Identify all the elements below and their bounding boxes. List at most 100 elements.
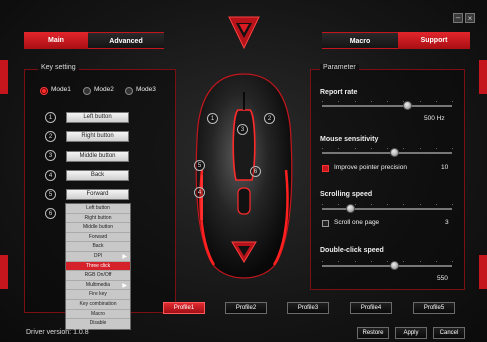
report-rate-slider-track[interactable] <box>322 105 452 107</box>
dropdown-item[interactable]: Disable <box>66 319 130 329</box>
slider-tick <box>387 204 388 205</box>
slider-tick <box>322 204 323 205</box>
dropdown-item[interactable]: Macro <box>66 310 130 320</box>
slider-tick <box>419 204 421 205</box>
dropdown-item[interactable]: Middle button <box>66 223 130 233</box>
slider-tick <box>338 148 340 149</box>
key4-button[interactable]: Back <box>66 170 129 181</box>
key-number-6: 6 <box>45 208 56 219</box>
tab-main[interactable]: Main <box>24 32 88 49</box>
slider-tick <box>435 148 437 149</box>
dropdown-item-selected[interactable]: Three click <box>66 261 130 272</box>
double-click-speed-label: Double-click speed <box>320 247 384 254</box>
slider-tick <box>370 204 372 205</box>
close-icon[interactable]: × <box>465 13 475 23</box>
slider-tick <box>338 101 340 102</box>
minimize-icon[interactable]: – <box>453 13 463 23</box>
mouse-button-marker-6: 6 <box>250 166 261 177</box>
slider-tick <box>419 101 421 102</box>
tab-macro[interactable]: Macro <box>322 32 398 49</box>
sensitivity-slider-knob[interactable] <box>389 148 399 157</box>
mouse-button-marker-5: 5 <box>194 160 205 171</box>
mode1-radio[interactable] <box>40 87 48 95</box>
sensitivity-value: 10 <box>441 164 449 171</box>
right-top-stripe <box>479 60 487 94</box>
tab-advanced[interactable]: Advanced <box>88 32 164 49</box>
parameter-title: Parameter <box>320 64 359 71</box>
key-number-3: 3 <box>45 150 56 161</box>
slider-tick <box>338 204 340 205</box>
slider-tick <box>354 101 356 102</box>
key2-button[interactable]: Right button <box>66 131 129 142</box>
profile5-button[interactable]: Profile5 <box>413 302 455 314</box>
tab-support[interactable]: Support <box>398 32 470 49</box>
slider-tick <box>403 204 405 205</box>
slider-tick <box>387 148 388 149</box>
mode3-label: Mode3 <box>136 86 156 93</box>
slider-tick <box>354 204 356 205</box>
dropdown-item[interactable]: Back <box>66 242 130 252</box>
key3-button[interactable]: Middle button <box>66 151 129 162</box>
slider-tick <box>403 148 405 149</box>
key-number-1: 1 <box>45 112 56 123</box>
dropdown-item-dpi[interactable]: DPI ▶ <box>66 252 130 262</box>
mode3-radio[interactable] <box>125 87 133 95</box>
slider-tick <box>435 101 437 102</box>
report-rate-slider-knob[interactable] <box>402 101 412 110</box>
slider-tick <box>387 261 388 262</box>
parameter-panel <box>310 69 465 290</box>
dropdown-item-label: Multimedia <box>85 281 111 288</box>
mode2-label: Mode2 <box>94 86 114 93</box>
profile2-button[interactable]: Profile2 <box>225 302 267 314</box>
improve-precision-checkbox[interactable] <box>322 165 329 172</box>
slider-tick <box>419 148 421 149</box>
dropdown-item[interactable]: Right button <box>66 214 130 224</box>
slider-tick <box>452 261 453 262</box>
double-click-slider-knob[interactable] <box>389 261 399 270</box>
mouse-sensitivity-label: Mouse sensitivity <box>320 136 379 143</box>
scroll-one-page-label: Scroll one page <box>334 219 380 226</box>
slider-tick <box>452 101 453 102</box>
mouse-button-marker-1: 1 <box>207 113 218 124</box>
scroll-one-page-checkbox[interactable] <box>322 220 329 227</box>
dropdown-item[interactable]: Left button <box>66 204 130 214</box>
dropdown-item[interactable]: RGB On/Off <box>66 271 130 281</box>
double-click-slider-track[interactable] <box>322 265 452 267</box>
restore-button[interactable]: Restore <box>357 327 389 339</box>
dropdown-item-multimedia[interactable]: Multimedia ▶ <box>66 281 130 291</box>
profile1-button[interactable]: Profile1 <box>163 302 205 314</box>
scrolling-slider-knob[interactable] <box>345 204 355 213</box>
dropdown-item[interactable]: Fire key <box>66 290 130 300</box>
cancel-button[interactable]: Cancel <box>433 327 465 339</box>
report-rate-label: Report rate <box>320 89 358 96</box>
slider-tick <box>370 261 372 262</box>
mode2-radio[interactable] <box>83 87 91 95</box>
sensitivity-slider-track[interactable] <box>322 152 452 154</box>
profile4-button[interactable]: Profile4 <box>350 302 392 314</box>
scrolling-slider-track[interactable] <box>322 208 452 210</box>
dropdown-item[interactable]: Key combination <box>66 300 130 310</box>
right-bottom-stripe <box>479 255 487 289</box>
slider-tick <box>322 261 323 262</box>
apply-button[interactable]: Apply <box>395 327 427 339</box>
dropdown-item-label: DPI <box>93 252 103 259</box>
key6-dropdown-list[interactable]: Left button Right button Middle button F… <box>65 203 131 330</box>
slider-tick <box>435 204 437 205</box>
slider-tick <box>338 261 340 262</box>
slider-tick <box>435 261 437 262</box>
scrolling-speed-label: Scrolling speed <box>320 191 373 198</box>
key1-button[interactable]: Left button <box>66 112 129 123</box>
driver-version: Driver version: 1.0.8 <box>26 329 89 336</box>
mouse-button-marker-4: 4 <box>194 187 205 198</box>
slider-tick <box>322 101 323 102</box>
slider-tick <box>354 148 356 149</box>
key-number-2: 2 <box>45 131 56 142</box>
dropdown-item[interactable]: Forward <box>66 233 130 243</box>
profile3-button[interactable]: Profile3 <box>287 302 329 314</box>
left-bottom-stripe <box>0 255 8 289</box>
key-setting-title: Key setting <box>38 64 79 71</box>
key5-button[interactable]: Forward <box>66 189 129 200</box>
slider-tick <box>403 261 405 262</box>
left-top-stripe <box>0 60 8 94</box>
report-rate-value: 500 Hz <box>424 115 445 122</box>
